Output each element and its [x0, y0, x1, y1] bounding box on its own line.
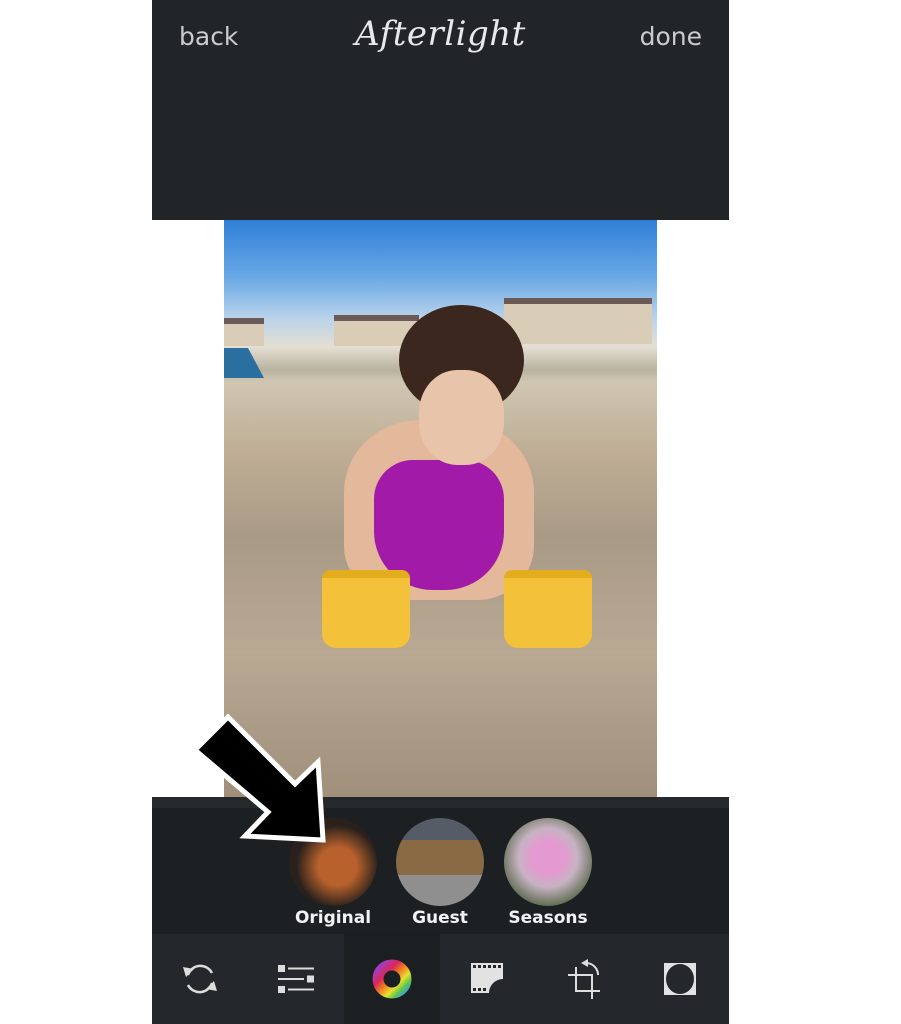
filter-label: Original — [294, 908, 372, 928]
photo-preview — [224, 220, 657, 797]
sliders-icon — [278, 965, 314, 993]
filter-label: Guest — [412, 908, 468, 928]
film-tool-button[interactable] — [440, 934, 536, 1024]
vignette-tool-button[interactable] — [632, 934, 728, 1024]
face — [419, 370, 504, 465]
filter-seasons[interactable]: Seasons — [503, 818, 593, 928]
filters-tool-button[interactable] — [344, 934, 440, 1024]
tent — [224, 348, 264, 378]
color-aperture-icon — [372, 959, 412, 999]
crop-rotate-icon — [568, 959, 600, 999]
annotation-arrow-icon — [191, 713, 326, 843]
vignette-frame-icon — [664, 963, 696, 995]
rotate-arrows-icon — [183, 964, 217, 994]
yellow-bucket — [322, 570, 410, 648]
afterlight-editor: back Afterlight done Original Guest Seas… — [152, 0, 729, 1024]
yellow-bucket — [504, 570, 592, 648]
filter-guest[interactable]: Guest — [395, 818, 485, 928]
beach-house — [504, 298, 652, 344]
adjust-tool-button[interactable] — [248, 934, 344, 1024]
bottom-toolbar — [152, 934, 729, 1024]
done-button[interactable]: done — [640, 22, 702, 51]
film-frame-icon — [471, 963, 503, 993]
beach-house — [224, 318, 264, 346]
bison-thumbnail — [396, 818, 484, 906]
flowers-thumbnail — [504, 818, 592, 906]
rotate-tool-button[interactable] — [152, 934, 248, 1024]
header: back Afterlight done — [152, 0, 729, 220]
filter-label: Seasons — [508, 908, 588, 928]
crop-tool-button[interactable] — [536, 934, 632, 1024]
